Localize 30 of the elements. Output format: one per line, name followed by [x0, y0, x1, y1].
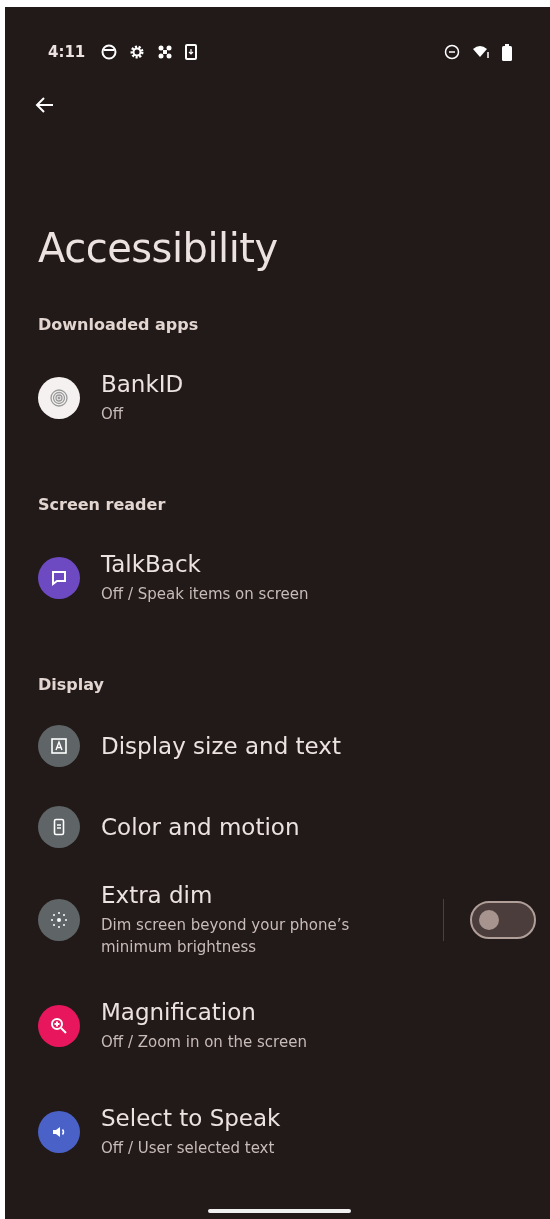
battery-icon — [502, 43, 512, 61]
wifi-icon — [472, 44, 490, 60]
game-icon — [157, 44, 174, 60]
setting-title[interactable]: Magnification — [101, 999, 536, 1025]
section-heading: Display — [38, 674, 105, 695]
notification-icon — [101, 44, 118, 60]
do-not-disturb-icon — [444, 44, 460, 60]
speech-bubble-icon — [49, 568, 69, 588]
section-heading: Screen reader — [38, 494, 167, 515]
status-time: 4:11 — [48, 43, 86, 61]
setting-title[interactable]: Extra dim — [101, 882, 433, 908]
setting-title[interactable]: Select to Speak — [101, 1105, 536, 1131]
brightness-icon — [49, 910, 69, 930]
page-title: Accessibility — [38, 225, 279, 271]
setting-summary: Off / Speak items on screen — [101, 584, 310, 605]
setting-summary: Dim screen beyond your phone’s minimum brightness — [101, 915, 351, 958]
setting-summary: Off — [101, 404, 125, 425]
setting-summary: Off / User selected text — [101, 1138, 276, 1159]
setting-title[interactable]: TalkBack — [101, 551, 536, 577]
toggle-switch[interactable] — [470, 901, 536, 939]
zoom-in-icon — [49, 1016, 69, 1036]
setting-summary: Off / Zoom in on the screen — [101, 1032, 308, 1053]
setting-title[interactable]: Display size and text — [101, 732, 536, 759]
section-heading: Downloaded apps — [38, 314, 200, 335]
text-size-icon — [49, 735, 69, 756]
settings-icon — [129, 44, 146, 60]
phone-icon — [185, 44, 198, 60]
fingerprint-icon — [49, 388, 69, 408]
setting-title[interactable]: Color and motion — [101, 813, 536, 840]
setting-title[interactable]: BankID — [101, 371, 536, 397]
